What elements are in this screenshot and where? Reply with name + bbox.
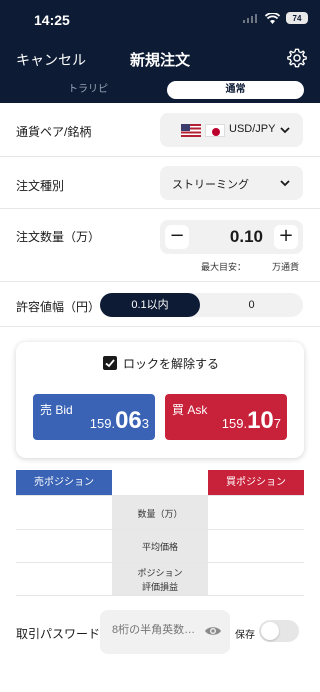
- chevron-down-icon: [280, 180, 290, 187]
- order-mode-tabs: トラリピ 通常: [16, 81, 304, 99]
- divider: [16, 495, 304, 496]
- header: 14:25 74 キャンセル 新規注文 トラリピ 通常: [0, 0, 320, 103]
- page-title: 新規注文: [129, 52, 190, 69]
- order-type-select[interactable]: ストリーミング: [160, 166, 303, 200]
- tolerance-option-within[interactable]: 0.1以内: [100, 293, 200, 317]
- buy-ask-button[interactable]: 買 Ask 159.107: [165, 394, 287, 440]
- battery-icon: 74: [286, 12, 308, 24]
- divider: [16, 529, 304, 530]
- toggle-knob: [261, 622, 279, 640]
- jp-flag-icon: [205, 124, 225, 137]
- tab-normal[interactable]: 通常: [167, 81, 304, 99]
- currency-pair-row: 通貨ペア/銘柄 USD/JPY: [0, 103, 320, 157]
- price-card: ロックを解除する 売 Bid 159.063 買 Ask 159.107: [16, 342, 304, 458]
- bid-price: 159.063: [89, 407, 149, 434]
- signal-icon: [243, 13, 259, 23]
- password-field[interactable]: [100, 610, 230, 654]
- position-row-label: ポジション: [137, 568, 183, 578]
- quantity-stepper[interactable]: − 0.10 +: [160, 220, 303, 254]
- currency-pair-label: 通貨ペア/銘柄: [16, 125, 92, 139]
- status-icons: 74: [243, 12, 308, 24]
- password-input[interactable]: [112, 624, 202, 636]
- quantity-row-label: 数量（万）: [137, 509, 183, 519]
- currency-pair-value: USD/JPY: [229, 123, 276, 135]
- buy-position-header: 買ポジション: [208, 470, 304, 495]
- gear-icon[interactable]: [286, 47, 308, 69]
- sell-position-header: 売ポジション: [16, 470, 112, 495]
- tolerance-segment: 0.1以内 0: [100, 293, 303, 317]
- tolerance-option-zero[interactable]: 0: [200, 293, 303, 317]
- ask-label: 買 Ask: [172, 403, 208, 417]
- us-flag-icon: [181, 124, 201, 137]
- quantity-label: 注文数量（万）: [16, 230, 101, 244]
- check-icon: [105, 359, 115, 368]
- order-type-label: 注文種別: [16, 179, 65, 193]
- average-price-row-label: 平均価格: [141, 542, 178, 552]
- status-time: 14:25: [34, 12, 70, 28]
- lock-checkbox[interactable]: [103, 356, 117, 370]
- divider: [16, 595, 304, 596]
- eye-icon[interactable]: [204, 624, 222, 638]
- ask-price: 159.107: [221, 407, 281, 434]
- save-password-toggle[interactable]: [259, 620, 299, 642]
- sell-bid-button[interactable]: 売 Bid 159.063: [33, 394, 155, 440]
- wifi-icon: [265, 12, 280, 24]
- tab-trarepi[interactable]: トラリピ: [16, 81, 160, 99]
- max-estimate-label: 最大目安：: [201, 262, 247, 272]
- save-password-label: 保存: [235, 630, 255, 641]
- increment-button[interactable]: +: [274, 225, 298, 249]
- quantity-value[interactable]: 0.10: [230, 227, 263, 247]
- password-label: 取引パスワード: [16, 627, 101, 641]
- max-estimate-unit: 万通貨: [272, 262, 300, 272]
- decrement-button[interactable]: −: [165, 225, 189, 249]
- pnl-row-label: 評価損益: [141, 582, 178, 592]
- bid-label: 売 Bid: [40, 403, 73, 417]
- order-type-row: 注文種別 ストリーミング: [0, 157, 320, 209]
- chevron-down-icon: [280, 127, 290, 134]
- order-type-value: ストリーミング: [172, 179, 249, 191]
- tolerance-label: 許容値幅（円）: [16, 300, 101, 314]
- divider: [16, 562, 304, 563]
- currency-pair-select[interactable]: USD/JPY: [160, 113, 303, 147]
- lock-label: ロックを解除する: [123, 357, 220, 371]
